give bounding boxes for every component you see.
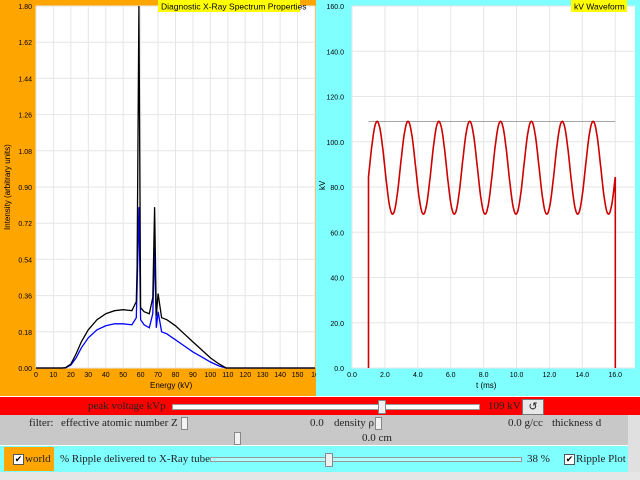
- ripple-plot-toggle[interactable]: ✔ Ripple Plot: [555, 447, 628, 471]
- spectrum-xtick-label: 140: [274, 372, 286, 379]
- reset-button[interactable]: ↺: [522, 399, 544, 415]
- thickness-label: thickness d: [552, 417, 602, 429]
- spectrum-title: Diagnostic X-Ray Spectrum Properties: [161, 2, 307, 12]
- kvp-label: peak voltage kVp: [88, 400, 166, 412]
- waveform-ytick-label: 80.0: [330, 185, 344, 192]
- spectrum-xtick-label: 120: [239, 372, 251, 379]
- spectrum-ytick-label: 1.44: [18, 76, 32, 83]
- spectrum-xtick-label: 80: [172, 372, 180, 379]
- world-label: world: [25, 453, 51, 465]
- waveform-xtick-label: 0.0: [347, 372, 357, 379]
- spectrum-ytick-label: 1.26: [18, 113, 32, 120]
- spectrum-xtick-label: 150: [292, 372, 304, 379]
- spectrum-xtick-label: 130: [257, 372, 269, 379]
- thickness-slider-thumb[interactable]: [234, 432, 241, 445]
- spectrum-xtick-label: 60: [137, 372, 145, 379]
- waveform-ylabel: kV: [318, 180, 327, 190]
- spectrum-chart: 1.80 1.62 1.44 1.26 1.08 0.90 0.72 0.54 0.36 0.18…: [3, 0, 316, 390]
- spectrum-ytick-label: 0.00: [18, 366, 32, 373]
- ripple-label: % Ripple delivered to X-Ray tube: [60, 453, 210, 465]
- ripple-slider-thumb[interactable]: [325, 453, 333, 467]
- kvp-slider-thumb[interactable]: [378, 400, 386, 414]
- spectrum-xtick-label: 70: [154, 372, 162, 379]
- waveform-ytick-label: 40.0: [330, 276, 344, 283]
- z-slider-thumb[interactable]: [181, 417, 188, 430]
- spectrum-xtick-label: 30: [84, 372, 92, 379]
- spectrum-xtick-label: 0: [34, 372, 38, 379]
- spectrum-xtick-label: 50: [119, 372, 127, 379]
- spectrum-ytick-label: 0.54: [18, 257, 32, 264]
- spectrum-xtick-label: 40: [102, 372, 110, 379]
- spectrum-xlabel: Energy (kV): [150, 381, 193, 390]
- spectrum-xtick-label: 110: [222, 372, 233, 379]
- spectrum-xtick-label: 10: [50, 372, 58, 379]
- spectrum-ytick-label: 0.90: [18, 185, 32, 192]
- waveform-xtick-label: 2.0: [380, 372, 390, 379]
- spectrum-ytick-label: 1.80: [18, 4, 32, 11]
- density-label: density ρ: [334, 417, 375, 429]
- waveform-ytick-label: 0.0: [334, 366, 344, 373]
- waveform-xtick-label: 16.0: [608, 372, 622, 379]
- waveform-ytick-label: 20.0: [330, 321, 344, 328]
- waveform-ytick-label: 160.0: [326, 4, 344, 11]
- waveform-ytick-label: 120.0: [326, 95, 344, 102]
- spectrum-ytick-label: 1.08: [18, 149, 32, 156]
- waveform-xtick-label: 10.0: [510, 372, 524, 379]
- ripple-plot-label: Ripple Plot: [576, 453, 626, 465]
- ripple-plot-checkbox[interactable]: ✔: [564, 454, 575, 465]
- reset-icon: ↺: [528, 401, 538, 413]
- waveform-xtick-label: 12.0: [543, 372, 557, 379]
- ripple-value: 38 %: [527, 453, 550, 465]
- waveform-xlabel: t (ms): [476, 381, 497, 390]
- spectrum-ytick-label: 0.72: [18, 221, 32, 228]
- waveform-chart: 160.0140.0120.0100.080.060.040.020.00.0 …: [318, 0, 635, 390]
- ripple-slider-track[interactable]: [210, 457, 522, 462]
- waveform-ytick-label: 140.0: [326, 49, 344, 56]
- scrollbar[interactable]: [628, 415, 640, 472]
- waveform-title: kV Waveform: [574, 2, 625, 12]
- waveform-ytick-label: 60.0: [330, 230, 344, 237]
- bottom-scrollbar[interactable]: [0, 472, 640, 480]
- density-value: 0.0 g/cc: [508, 417, 543, 429]
- spectrum-ytick-label: 0.36: [18, 294, 32, 301]
- spectrum-ylabel: Intensity (arbitrary units): [3, 144, 12, 230]
- filter-label: filter:: [29, 417, 54, 429]
- spectrum-xtick-label: 90: [189, 372, 197, 379]
- waveform-xtick-label: 8.0: [479, 372, 489, 379]
- waveform-xtick-label: 4.0: [413, 372, 423, 379]
- z-value: 0.0: [310, 417, 324, 429]
- kvp-slider-track[interactable]: [172, 404, 480, 410]
- spectrum-ytick-label: 1.62: [18, 40, 32, 47]
- thickness-value: 0.0 cm: [362, 432, 392, 444]
- world-checkbox[interactable]: ✔: [13, 454, 24, 465]
- kvp-value: 109 kV: [488, 400, 521, 412]
- waveform-xtick-label: 6.0: [446, 372, 456, 379]
- world-toggle[interactable]: ✔ world: [4, 447, 54, 471]
- density-slider-thumb[interactable]: [375, 417, 382, 430]
- waveform-xtick-label: 14.0: [576, 372, 590, 379]
- spectrum-xtick-label: 20: [67, 372, 75, 379]
- spectrum-xtick-label: 100: [205, 372, 217, 379]
- z-label: effective atomic number Z: [61, 417, 178, 429]
- waveform-ytick-label: 100.0: [326, 140, 344, 147]
- spectrum-ytick-label: 0.18: [18, 330, 32, 337]
